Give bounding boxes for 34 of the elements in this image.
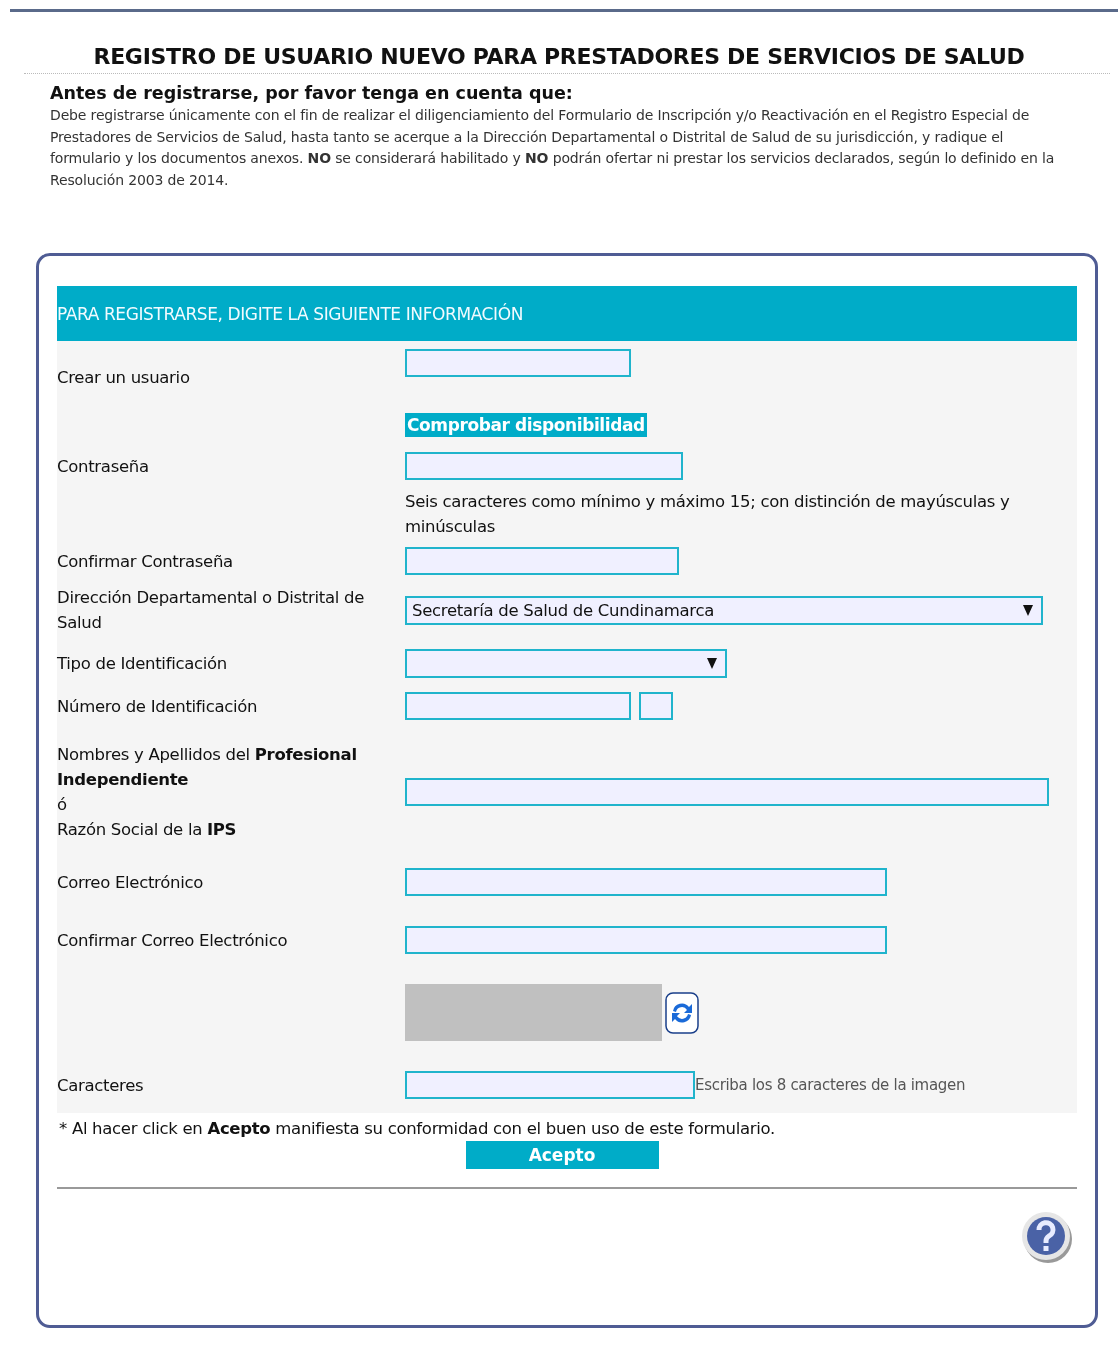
field-label: Número de Identificación [57,695,259,718]
field-label: Contraseña [57,455,150,478]
input-field[interactable] [405,547,679,575]
field-label: Crear un usuario [57,367,191,389]
help-icon[interactable] [1021,1209,1073,1265]
page-title: REGISTRO DE USUARIO NUEVO PARA PRESTADORES DE SERVICIOS DE SALUD [92,44,1026,69]
refresh-icon[interactable] [665,991,699,1034]
input-field[interactable] [405,452,683,480]
dropdown[interactable]: Secretaría de Salud de Cundinamarca [405,595,1043,625]
field-label: Correo Electrónico [57,871,205,894]
input-field[interactable] [405,778,1049,806]
input-field[interactable] [405,349,631,377]
check-digit-field[interactable] [639,692,673,720]
form-header: PARA REGISTRARSE, DIGITE LA SIGUIENTE INFORMACIÓN [57,286,1077,341]
dropdown-arrow-icon [707,658,717,669]
password-hint: Seis caracteres como mínimo y máximo 15; con distinción de mayúsculas y minúsculas [405,491,1011,538]
notice-text: Debe registrarse únicamente con el fin de realizar el diligenciamiento del Formulario de Inscripción y/o Reactivación en el Registro Especial de Prestadores de Servicios de Salud, hasta tanto se acerque a la Dirección Departamental o Distrital de Salud de su jurisdicción, y radique el formulario y los documentos anexos. NO se considerará habilitado y NO podrán ofertar ni prestar los servicios declarados, según lo definido en la Resolución 2003 de 2014. [50,106,1056,190]
field-label: Caracteres [57,1074,145,1097]
check-availability-button[interactable]: Comprobar disponibilidad [405,413,647,437]
input-field[interactable] [405,1071,695,1099]
field-label: Confirmar Correo Electrónico [57,929,289,952]
input-field[interactable] [405,926,887,954]
input-field[interactable] [405,692,631,720]
field-label: Dirección Departamental o Distrital de Salud [57,587,365,634]
input-field[interactable] [405,868,887,896]
notice-heading: Antes de registrarse, por favor tenga en cuenta que: [50,83,574,103]
accept-button[interactable]: Acepto [465,1141,659,1169]
field-hint: Escriba los 8 caracteres de la imagen [695,1076,966,1094]
terms-note: * Al hacer click en Acepto manifiesta su conformidad con el buen uso de este formulario. [59,1119,777,1138]
field-label: Confirmar Contraseña [57,550,234,573]
field-label: Tipo de Identificación [57,653,229,675]
dropdown[interactable] [405,649,727,678]
field-label: Nombres y Apellidos del Profesional Independiente ó Razón Social de la IPS [57,744,358,841]
dropdown-arrow-icon [1023,604,1033,616]
